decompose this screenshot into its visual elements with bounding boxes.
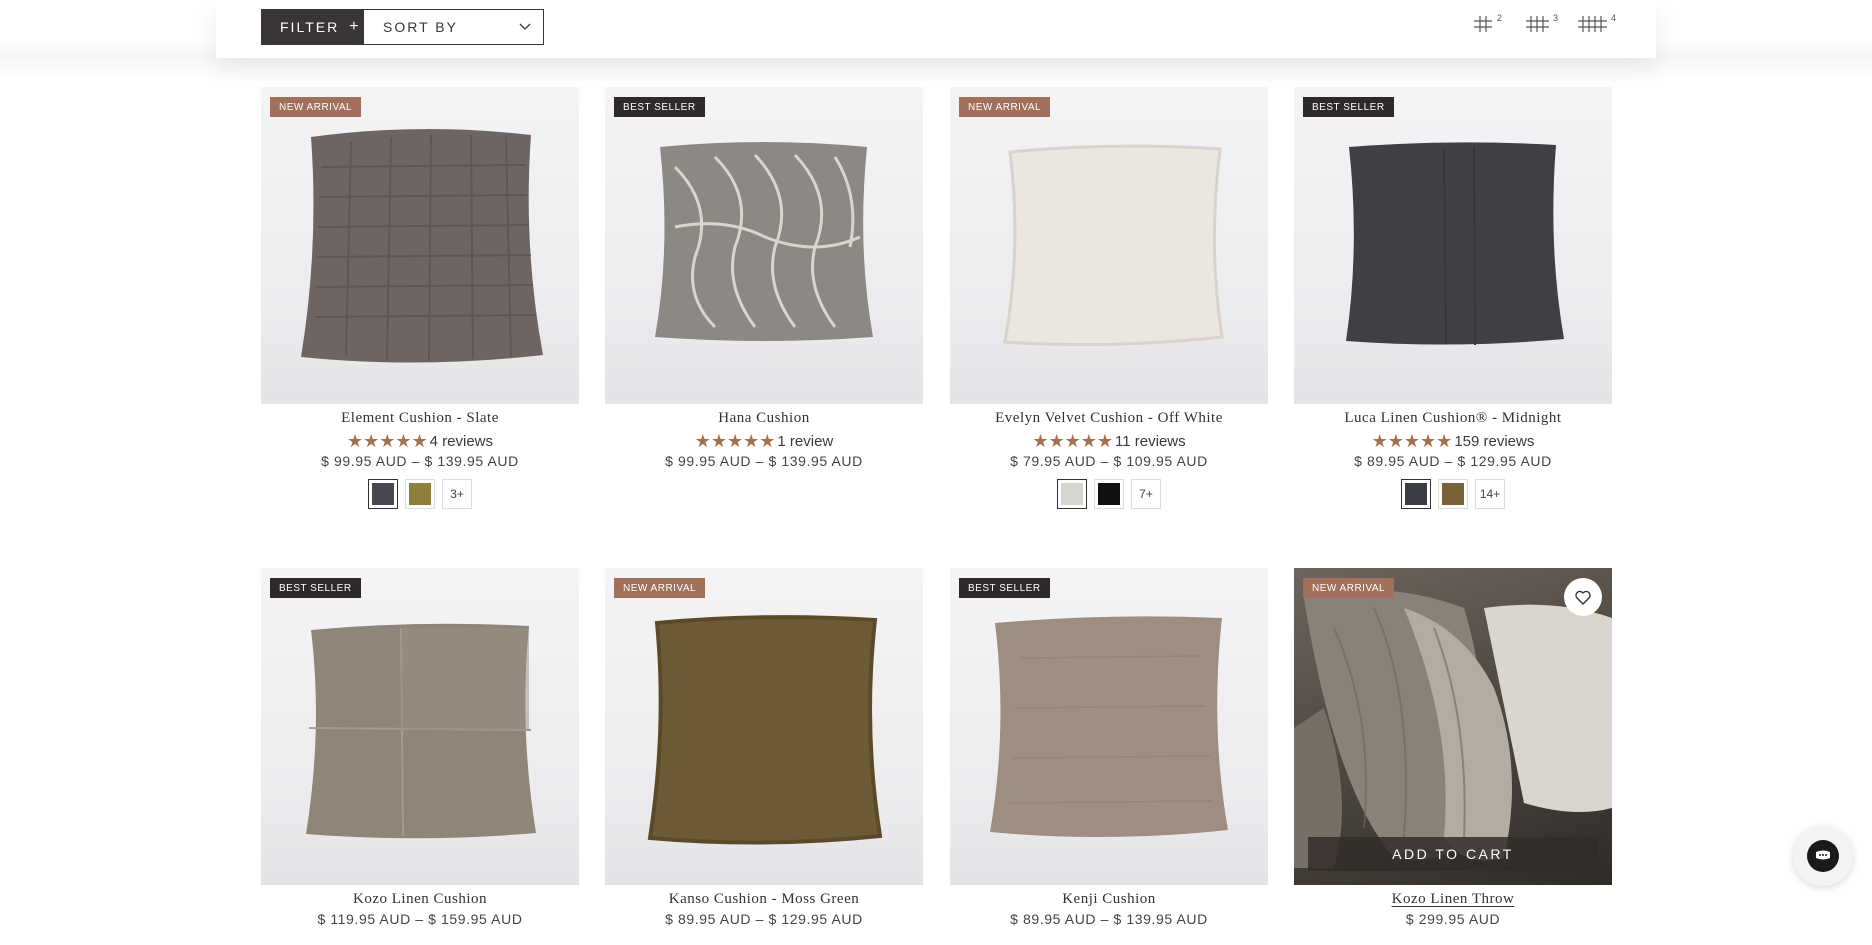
- more-colors[interactable]: 14+: [1475, 479, 1505, 509]
- add-to-cart-button[interactable]: ADD TO CART: [1308, 837, 1598, 871]
- product-card[interactable]: BEST SELLER Hana Cushion ★★★★★ 1 review …: [605, 87, 923, 469]
- product-name[interactable]: Kenji Cushion: [950, 891, 1268, 908]
- grid-2-option[interactable]: 2: [1474, 13, 1503, 36]
- product-name[interactable]: Kozo Linen Throw: [1294, 891, 1612, 908]
- filter-button[interactable]: FILTER +: [261, 9, 363, 45]
- plus-icon: +: [349, 18, 359, 35]
- star-icon: ★★★★★: [694, 431, 776, 451]
- grid-2-count: 2: [1497, 13, 1503, 23]
- product-card[interactable]: BEST SELLER Kenji Cushion $ 89.95 AUD – …: [950, 568, 1268, 927]
- product-rating: ★★★★★ 159 reviews: [1294, 432, 1612, 450]
- color-swatch[interactable]: [1401, 479, 1431, 509]
- color-swatch[interactable]: [405, 479, 435, 509]
- review-count: 1 review: [777, 432, 834, 450]
- grid-4-option[interactable]: 4: [1578, 13, 1617, 36]
- product-badge: NEW ARRIVAL: [1303, 578, 1395, 598]
- product-price: $ 89.95 AUD – $ 139.95 AUD: [1010, 911, 1208, 927]
- product-image[interactable]: NEW ARRIVAL: [605, 568, 923, 885]
- chevron-down-icon: [519, 23, 531, 30]
- product-badge: NEW ARRIVAL: [959, 97, 1051, 117]
- product-image[interactable]: BEST SELLER: [261, 568, 579, 885]
- product-name[interactable]: Kanso Cushion - Moss Green: [605, 891, 923, 908]
- product-image[interactable]: NEW ARRIVAL: [261, 87, 579, 404]
- product-image[interactable]: NEW ARRIVAL ADD TO CART: [1294, 568, 1612, 885]
- product-image[interactable]: NEW ARRIVAL: [950, 87, 1268, 404]
- pillow-image: [306, 623, 536, 839]
- product-rating: ★★★★★ 4 reviews: [261, 432, 579, 450]
- pillow-image: [301, 128, 543, 363]
- product-badge: BEST SELLER: [959, 578, 1050, 598]
- color-swatches: 3+: [261, 479, 579, 509]
- product-name[interactable]: Evelyn Velvet Cushion - Off White: [950, 410, 1268, 427]
- grid-3-icon: [1526, 16, 1549, 32]
- pillow-image: [990, 616, 1228, 838]
- product-card[interactable]: NEW ARRIVAL Element Cushion - Slate ★★★★…: [261, 87, 579, 509]
- product-price: $ 119.95 AUD – $ 159.95 AUD: [317, 911, 523, 927]
- review-count: 4 reviews: [429, 432, 494, 450]
- product-price: $ 299.95 AUD: [1405, 911, 1501, 927]
- product-name[interactable]: Luca Linen Cushion® - Midnight: [1294, 410, 1612, 427]
- review-count: 11 reviews: [1115, 432, 1186, 450]
- grid-4-count: 4: [1611, 13, 1617, 23]
- product-badge: BEST SELLER: [1303, 97, 1394, 117]
- product-name[interactable]: Kozo Linen Cushion: [261, 891, 579, 908]
- product-rating: ★★★★★ 1 review: [605, 432, 923, 450]
- product-badge: NEW ARRIVAL: [614, 578, 706, 598]
- product-image[interactable]: BEST SELLER: [605, 87, 923, 404]
- product-price: $ 79.95 AUD – $ 109.95 AUD: [1010, 453, 1208, 469]
- product-badge: BEST SELLER: [614, 97, 705, 117]
- pillow-image: [655, 142, 873, 341]
- product-badge: NEW ARRIVAL: [270, 97, 362, 117]
- chat-icon: [1807, 840, 1839, 872]
- product-rating: ★★★★★ 11 reviews: [950, 432, 1268, 450]
- product-badge: BEST SELLER: [270, 578, 361, 598]
- color-swatches: 7+: [950, 479, 1268, 509]
- color-swatch[interactable]: [1057, 479, 1087, 509]
- grid-3-count: 3: [1553, 13, 1559, 23]
- review-count: 159 reviews: [1454, 432, 1535, 450]
- product-image[interactable]: BEST SELLER: [1294, 87, 1612, 404]
- pillow-image: [647, 615, 883, 845]
- product-price: $ 99.95 AUD – $ 139.95 AUD: [321, 453, 519, 469]
- product-card[interactable]: BEST SELLER Luca Linen Cushion® - Midnig…: [1294, 87, 1612, 509]
- sort-label: SORT BY: [383, 19, 458, 35]
- grid-4-icon: [1578, 16, 1607, 32]
- color-swatch[interactable]: [1438, 479, 1468, 509]
- product-price: $ 89.95 AUD – $ 129.95 AUD: [1354, 453, 1552, 469]
- chat-button[interactable]: [1793, 826, 1853, 886]
- product-price: $ 89.95 AUD – $ 129.95 AUD: [665, 911, 863, 927]
- more-colors[interactable]: 7+: [1131, 479, 1161, 509]
- product-card[interactable]: NEW ARRIVAL ADD TO CART Kozo Linen Throw…: [1294, 568, 1612, 927]
- star-icon: ★★★★★: [1371, 431, 1453, 451]
- more-colors[interactable]: 3+: [442, 479, 472, 509]
- product-card[interactable]: BEST SELLER Kozo Linen Cushion $ 119.95 …: [261, 568, 579, 927]
- filter-label: FILTER: [280, 19, 340, 35]
- star-icon: ★★★★★: [1032, 431, 1114, 451]
- wishlist-button[interactable]: [1564, 578, 1602, 616]
- product-image[interactable]: BEST SELLER: [950, 568, 1268, 885]
- product-name[interactable]: Hana Cushion: [605, 410, 923, 427]
- grid-2-icon: [1474, 16, 1492, 32]
- heart-icon: [1575, 590, 1591, 605]
- product-price: $ 99.95 AUD – $ 139.95 AUD: [665, 453, 863, 469]
- pillow-image: [1346, 142, 1564, 346]
- sort-by-select[interactable]: SORT BY: [363, 9, 544, 45]
- color-swatches: 14+: [1294, 479, 1612, 509]
- product-name[interactable]: Element Cushion - Slate: [261, 410, 579, 427]
- product-card[interactable]: NEW ARRIVAL Evelyn Velvet Cushion - Off …: [950, 87, 1268, 509]
- color-swatch[interactable]: [1094, 479, 1124, 509]
- pillow-image: [1003, 144, 1224, 347]
- product-card[interactable]: NEW ARRIVAL Kanso Cushion - Moss Green $…: [605, 568, 923, 927]
- grid-3-option[interactable]: 3: [1526, 13, 1559, 36]
- color-swatch[interactable]: [368, 479, 398, 509]
- star-icon: ★★★★★: [346, 431, 428, 451]
